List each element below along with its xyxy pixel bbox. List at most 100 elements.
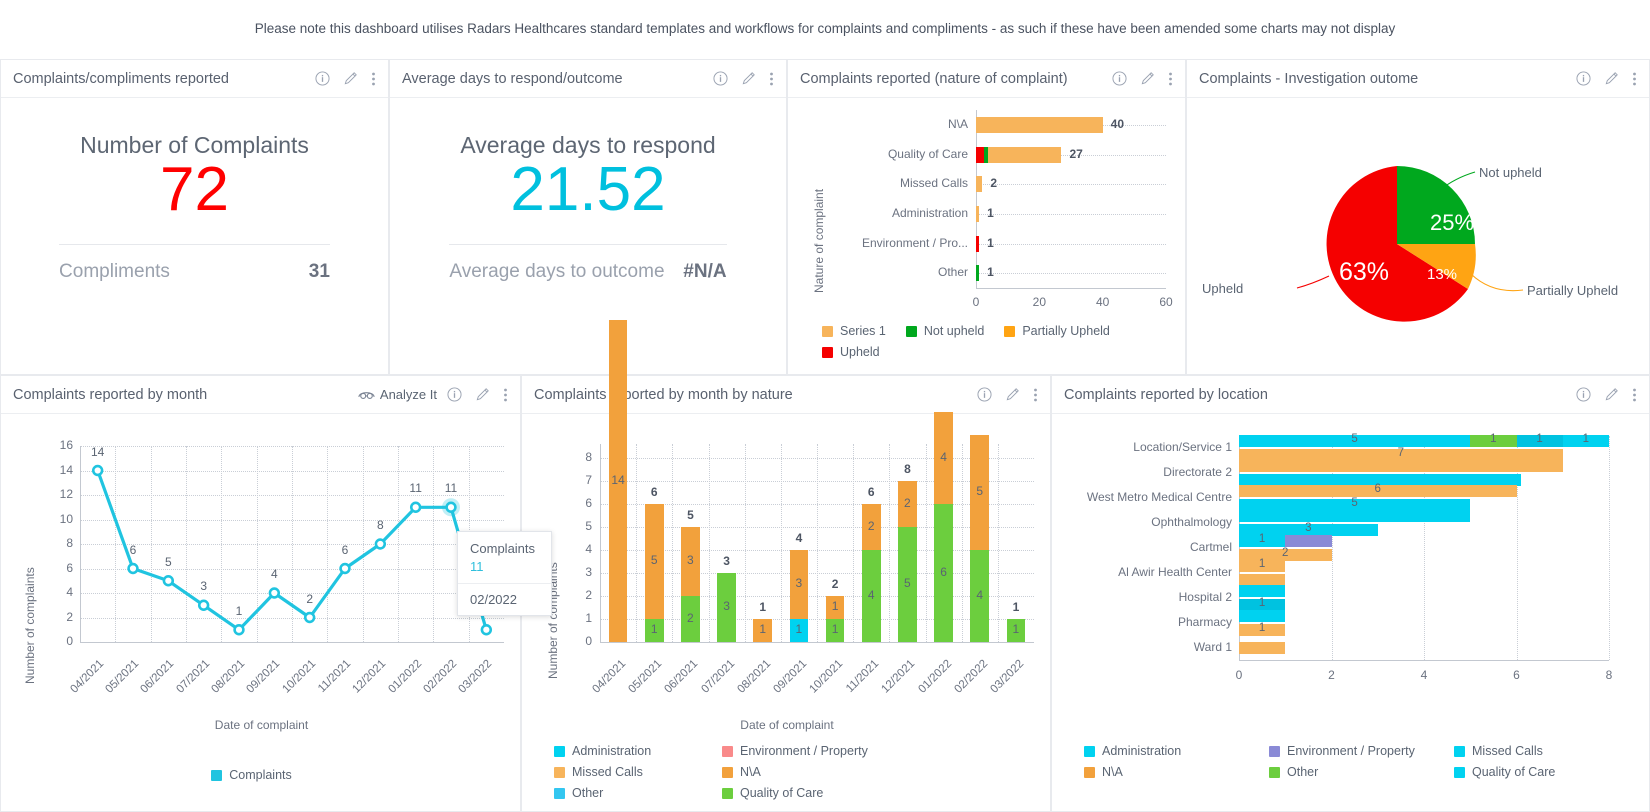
tooltip-title: Complaints bbox=[470, 541, 536, 556]
stacked-segment-label: 5 bbox=[904, 576, 911, 591]
line-y-tick: 8 bbox=[66, 536, 73, 550]
legend-label: Missed Calls bbox=[572, 765, 643, 779]
pencil-icon[interactable] bbox=[741, 71, 756, 86]
panel-header: Complaints reported by month by nature bbox=[522, 376, 1050, 414]
pie-label-partially-upheld: Partially Upheld bbox=[1527, 283, 1619, 298]
gridline-v bbox=[961, 444, 963, 642]
pencil-icon[interactable] bbox=[475, 387, 490, 402]
pencil-icon[interactable] bbox=[343, 71, 358, 86]
stacked-segment-label: 1 bbox=[831, 599, 839, 614]
nature-x-tick: 60 bbox=[1159, 295, 1173, 309]
legend-swatch bbox=[722, 766, 733, 778]
line-point[interactable] bbox=[445, 501, 457, 513]
tooltip-date: 02/2022 bbox=[470, 592, 517, 607]
kebab-menu-icon[interactable] bbox=[1033, 387, 1038, 403]
stacked-segment-label: 1 bbox=[831, 622, 839, 637]
legend-item[interactable]: Environment / Property bbox=[1269, 744, 1454, 758]
location-bar-segment bbox=[1239, 641, 1286, 654]
chart-by-month-by-nature: Number of complaints 012345678 14 1 5 6 2 3 5 3… bbox=[522, 319, 1050, 811]
legend-swatch bbox=[905, 325, 917, 337]
location-category-label: Location/Service 1 bbox=[1133, 440, 1232, 455]
legend-label: Not upheld bbox=[923, 324, 985, 338]
legend-item[interactable]: Quality of Care bbox=[722, 786, 890, 800]
kebab-menu-icon[interactable] bbox=[371, 71, 376, 87]
pencil-icon[interactable] bbox=[1604, 71, 1619, 86]
panel-header: Complaints - Investigation outome bbox=[1187, 60, 1649, 98]
line-point-label: 8 bbox=[376, 518, 384, 532]
pie-pct-not-upheld: 25% bbox=[1430, 210, 1475, 235]
line-point[interactable] bbox=[409, 501, 422, 513]
legend-swatch bbox=[554, 787, 565, 799]
line-point[interactable] bbox=[197, 599, 210, 611]
line-point[interactable] bbox=[480, 624, 493, 636]
pencil-icon[interactable] bbox=[1140, 71, 1155, 86]
gridline-v bbox=[256, 446, 258, 642]
line-point[interactable] bbox=[162, 575, 175, 587]
gridline-v bbox=[398, 446, 399, 642]
panel-title: Complaints reported by location bbox=[1064, 386, 1268, 403]
kpi-secondary: Compliments 31 bbox=[59, 261, 330, 283]
kebab-menu-icon[interactable] bbox=[769, 71, 774, 87]
pencil-icon[interactable] bbox=[1604, 387, 1619, 402]
nature-bar-total: 1 bbox=[987, 205, 994, 220]
nature-bar-segment bbox=[976, 116, 1103, 133]
info-icon[interactable] bbox=[1576, 387, 1591, 402]
legend-item[interactable]: Missed Calls bbox=[1454, 744, 1639, 758]
info-icon[interactable] bbox=[1576, 71, 1591, 86]
info-icon[interactable] bbox=[315, 71, 330, 86]
legend-item: Upheld bbox=[822, 345, 880, 359]
legend-item[interactable]: N\A bbox=[722, 765, 890, 779]
legend-item[interactable]: Environment / Property bbox=[722, 744, 890, 758]
legend-label: Series 1 bbox=[840, 324, 886, 338]
gridline-v bbox=[433, 446, 435, 642]
legend-swatch bbox=[554, 745, 565, 757]
legend-item[interactable]: Missed Calls bbox=[554, 765, 722, 779]
y-axis-line bbox=[80, 446, 81, 642]
legend-item[interactable]: Administration bbox=[1084, 744, 1269, 758]
stacked-y-tick: 8 bbox=[585, 449, 592, 464]
stacked-bar-total: 6 bbox=[867, 484, 875, 499]
chart-tooltip: Complaints 11 02/2022 bbox=[457, 531, 552, 616]
kebab-menu-icon[interactable] bbox=[1632, 387, 1637, 403]
legend-label: Environment / Property bbox=[740, 744, 868, 758]
legend-swatch bbox=[722, 787, 733, 799]
tooltip-value: 11 bbox=[470, 559, 484, 574]
line-point[interactable] bbox=[233, 624, 245, 636]
legend-label: Quality of Care bbox=[1472, 765, 1556, 779]
panel-body: Number of Complaints 72 Compliments 31 bbox=[1, 98, 388, 374]
stacked-bar-total: 6 bbox=[650, 484, 658, 499]
kebab-menu-icon[interactable] bbox=[1168, 71, 1173, 87]
analyze-it-button[interactable]: Analyze It bbox=[358, 387, 437, 402]
pie-chart-svg bbox=[1296, 166, 1524, 322]
legend-item[interactable]: Quality of Care bbox=[1454, 765, 1639, 779]
info-icon[interactable] bbox=[713, 71, 728, 86]
panel-nature-of-complaint: Complaints reported (nature of complaint… bbox=[787, 59, 1186, 375]
kebab-menu-icon[interactable] bbox=[1632, 71, 1637, 87]
stacked-segment-label: 6 bbox=[940, 564, 947, 579]
legend-item[interactable]: Other bbox=[1269, 765, 1454, 779]
stacked-y-tick: 0 bbox=[585, 634, 592, 648]
kebab-menu-icon[interactable] bbox=[503, 387, 508, 403]
info-icon[interactable] bbox=[977, 387, 992, 402]
legend-item[interactable]: Complaints bbox=[211, 768, 292, 782]
panel-title: Complaints/compliments reported bbox=[13, 70, 229, 87]
line-point-label: 14 bbox=[90, 444, 105, 459]
line-point-label: 2 bbox=[306, 591, 313, 606]
legend-label: N\A bbox=[1102, 765, 1123, 779]
x-axis-line bbox=[1239, 660, 1609, 661]
pencil-icon[interactable] bbox=[1005, 387, 1020, 402]
legend-swatch bbox=[1454, 766, 1465, 778]
location-bar-label: 1 bbox=[1490, 433, 1497, 446]
location-bar-label: 5 bbox=[1351, 433, 1358, 446]
panel-complaints-by-month: Complaints reported by month Analyze It … bbox=[0, 375, 552, 812]
legend-item[interactable]: N\A bbox=[1084, 765, 1269, 779]
legend-swatch bbox=[1004, 325, 1016, 337]
legend-swatch bbox=[722, 745, 733, 757]
nature-category-label: Other bbox=[937, 265, 968, 280]
info-icon[interactable] bbox=[447, 387, 462, 402]
legend-item[interactable]: Other bbox=[554, 786, 722, 800]
panel-header: Complaints reported (nature of complaint… bbox=[788, 60, 1185, 98]
legend-item[interactable]: Administration bbox=[554, 744, 722, 758]
info-icon[interactable] bbox=[1112, 71, 1127, 86]
x-axis-title: Date of complaint bbox=[214, 718, 309, 732]
